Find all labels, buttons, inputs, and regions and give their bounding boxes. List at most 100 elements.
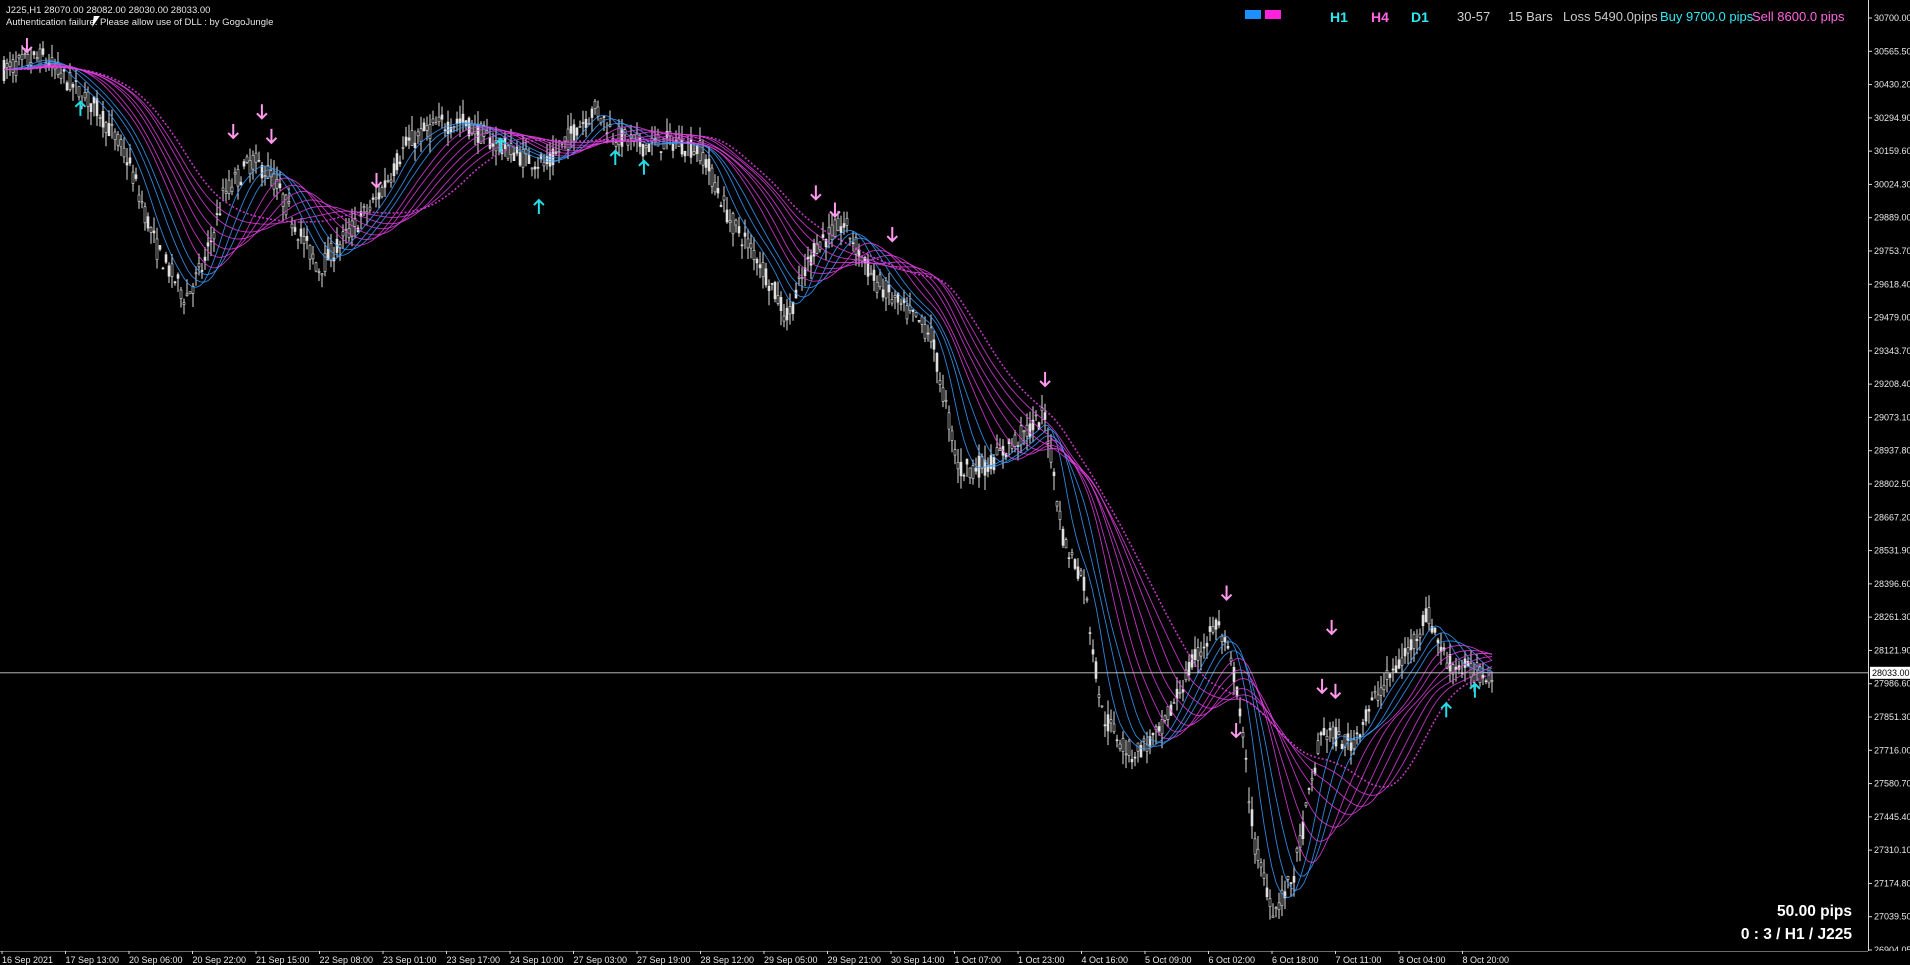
time-tick-label: 29 Sep 05:00 [764,955,818,965]
candle-body [872,269,876,281]
candle-body [791,301,795,314]
candle-body [755,258,759,264]
price-tick-label: 27580.70 [1874,779,1910,789]
candle-body [740,244,744,247]
candle-body [458,118,462,124]
timeframe-h4[interactable]: H4 [1371,9,1389,25]
candle-body [566,128,570,150]
candle-body [419,128,423,143]
candle-body [851,242,855,245]
candle-body [1202,646,1206,649]
candle-body [152,230,156,234]
candle-body [965,458,969,465]
sell-arrow-icon [810,185,822,201]
candle-body [590,108,594,118]
symbol-ohlc-line: J225,H1 28070.00 28082.00 28030.00 28033… [6,5,211,16]
candle-body [1295,847,1299,853]
candle-body [1043,412,1047,420]
candle-body [617,126,621,146]
price-chart[interactable] [0,0,1868,951]
candle-body [710,167,714,187]
candle-body [746,238,750,249]
candle-body [1055,501,1059,507]
candle-body [62,69,66,72]
candle-body [101,111,105,128]
candle-body [743,232,747,237]
candle-body [575,127,579,136]
candle-body [842,223,846,228]
time-tick-label: 23 Sep 17:00 [447,955,501,965]
candle-body [158,245,162,250]
candle-body [287,201,291,204]
candle-body [35,57,39,60]
candle-body [737,226,741,234]
timeframe-d1[interactable]: D1 [1411,9,1429,25]
candle-body [836,217,840,231]
sell-arrow-icon [829,202,841,218]
candle-body [1418,633,1422,638]
candle-body [770,283,774,285]
candle-body [527,154,531,164]
candle-body [437,116,441,123]
candle-body [386,180,390,182]
time-tick-label: 20 Sep 22:00 [193,955,247,965]
candle-body [1142,738,1146,742]
price-tick-label: 28802.50 [1874,479,1910,489]
candle-body [218,213,222,216]
candle-body [1250,809,1254,827]
candle-body [1352,738,1356,750]
candle-body [1322,728,1326,736]
candle-body [848,237,852,240]
candle-body [1211,626,1215,633]
price-tick-label: 28937.80 [1874,446,1910,456]
candle-body [197,263,201,268]
sell-arrow-icon [1325,619,1338,636]
price-tick-label: 30700.00 [1874,13,1910,23]
candle-body [1160,719,1164,735]
candle-body [1190,654,1194,668]
candle-body [320,273,324,276]
candle-body [1103,724,1107,727]
candle-body [434,122,438,125]
candle-body [1232,667,1236,683]
time-tick-label: 30 Sep 14:00 [891,955,945,965]
candle-body [1106,714,1110,732]
candle-body [944,399,948,402]
candle-body [137,194,141,202]
candle-body [1271,915,1275,918]
candle-body [1130,759,1134,763]
candle-body [773,282,777,300]
candle-body [1205,642,1209,647]
timeframe-h1[interactable]: H1 [1330,9,1348,25]
candle-body [1259,862,1263,868]
candle-body [1256,848,1260,861]
candle-body [26,54,30,66]
candle-body [371,197,375,200]
candle-body [1028,423,1032,438]
candle-body [1196,647,1200,661]
candle-body [254,152,258,163]
candle-body [1421,614,1425,627]
candle-body [719,204,723,207]
time-tick-label: 5 Oct 09:00 [1145,955,1192,965]
candle-body [1400,657,1404,666]
candle-body [929,327,933,343]
candle-body [146,216,150,229]
candle-body [245,156,249,163]
candle-body [1277,902,1281,910]
time-tick-label: 27 Sep 03:00 [574,955,628,965]
candle-body [392,163,396,177]
candle-body [299,228,303,237]
candle-body [257,160,261,162]
candle-body [167,265,171,277]
candle-body [1478,666,1482,684]
candle-body [1214,619,1218,630]
candle-body [110,123,114,126]
candle-body [221,187,225,191]
candle-body [1061,528,1065,546]
candle-body [992,457,996,471]
current-price-badge: 28033.00 [1870,666,1910,679]
candle-body [389,179,393,183]
sell-arrow-icon [886,227,898,243]
candle-body [1292,876,1296,883]
